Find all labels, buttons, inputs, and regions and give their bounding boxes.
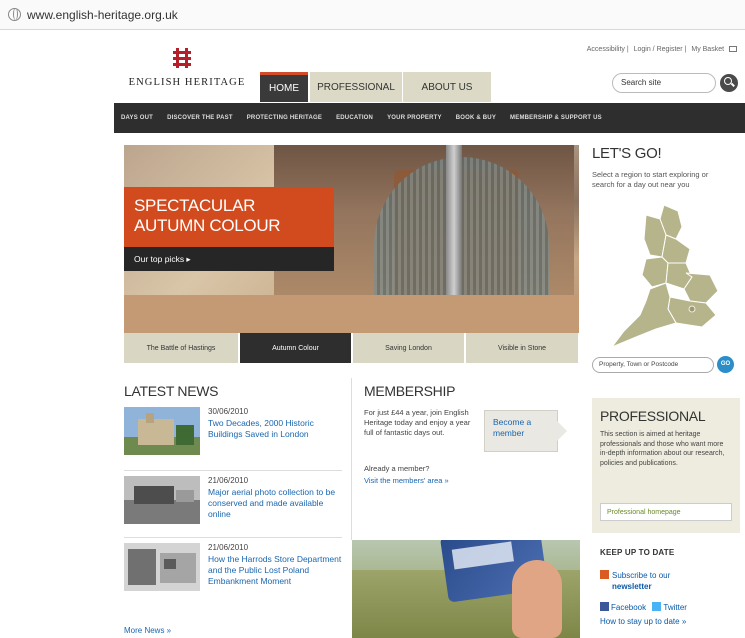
- hero-cta-link[interactable]: Our top picks ▸: [124, 247, 334, 271]
- professional-title: PROFESSIONAL: [600, 408, 706, 424]
- twitter-link[interactable]: Twitter: [663, 603, 687, 612]
- professional-box: PROFESSIONAL This section is aimed at he…: [592, 398, 740, 533]
- hero-tab-saving-london[interactable]: Saving London: [353, 333, 465, 363]
- nav-item-education[interactable]: EDUCATION: [329, 115, 380, 121]
- hero-tab-autumn-colour[interactable]: Autumn Colour: [240, 333, 352, 363]
- news-thumbnail[interactable]: [124, 407, 200, 455]
- facebook-link[interactable]: Facebook: [611, 603, 646, 612]
- newsletter-link[interactable]: newsletter: [612, 582, 652, 591]
- twitter-icon[interactable]: [652, 602, 662, 611]
- social-links: Facebook Twitter: [600, 602, 687, 612]
- hero-caption: SPECTACULAR AUTUMN COLOUR Our top picks …: [124, 187, 334, 271]
- more-news-link[interactable]: More News »: [124, 626, 171, 635]
- region-search-input[interactable]: Property, Town or Postcode: [592, 357, 714, 373]
- globe-icon: [8, 8, 21, 21]
- hero-tab-battle-of-hastings[interactable]: The Battle of Hastings: [124, 333, 239, 363]
- newsletter-subscribe[interactable]: Subscribe to our newsletter: [600, 570, 670, 592]
- membership-title: MEMBERSHIP: [364, 383, 456, 399]
- news-link[interactable]: Major aerial photo collection to be cons…: [208, 487, 348, 520]
- become-member-button[interactable]: Become a member: [484, 410, 567, 452]
- nav-item-your-property[interactable]: YOUR PROPERTY: [380, 115, 449, 121]
- map-region-west-midlands: [641, 256, 669, 288]
- accessibility-link[interactable]: Accessibility: [587, 46, 625, 53]
- utility-links: Accessibility | Login / Register | My Ba…: [584, 46, 737, 53]
- portcullis-icon: [173, 48, 191, 68]
- nav-item-discover-the-past[interactable]: DISCOVER THE PAST: [160, 115, 240, 121]
- hero-tab-visible-in-stone[interactable]: Visible in Stone: [466, 333, 579, 363]
- hero-title: SPECTACULAR AUTUMN COLOUR: [124, 187, 334, 247]
- login-link[interactable]: Login / Register: [634, 46, 683, 53]
- news-title: LATEST NEWS: [124, 383, 219, 399]
- professional-text: This section is aimed at heritage profes…: [600, 431, 725, 467]
- nav-item-days-out[interactable]: DAYS OUT: [114, 115, 160, 121]
- divider: [124, 470, 342, 471]
- news-item: 21/06/2010 How the Harrods Store Departm…: [124, 543, 344, 603]
- members-area-link[interactable]: Visit the members' area »: [364, 476, 449, 485]
- map-region-yorkshire: [661, 234, 691, 264]
- search-input[interactable]: Search site: [612, 73, 716, 93]
- map-region-south-west: [610, 282, 677, 349]
- professional-homepage-button[interactable]: Professional homepage: [600, 503, 732, 521]
- basket-link[interactable]: My Basket: [691, 46, 724, 53]
- map-region-london: [688, 305, 696, 313]
- nav-item-membership-support[interactable]: MEMBERSHIP & SUPPORT US: [503, 115, 609, 121]
- address-bar[interactable]: www.english-heritage.org.uk: [0, 0, 745, 30]
- basket-icon[interactable]: [729, 46, 737, 52]
- membership-text: For just £44 a year, join English Herita…: [364, 408, 471, 437]
- news-date: 21/06/2010: [208, 476, 249, 485]
- keep-up-title: KEEP UP TO DATE: [600, 548, 675, 557]
- column-divider: [351, 378, 352, 540]
- facebook-icon[interactable]: [600, 602, 609, 611]
- tab-professional[interactable]: PROFESSIONAL: [310, 72, 402, 102]
- news-thumbnail[interactable]: [124, 543, 200, 591]
- stay-up-to-date-link[interactable]: How to stay up to date »: [600, 617, 686, 626]
- news-date: 30/06/2010: [208, 407, 249, 416]
- divider: [124, 537, 342, 538]
- site-logo[interactable]: ENGLISH HERITAGE: [127, 48, 247, 94]
- main-nav: DAYS OUT DISCOVER THE PAST PROTECTING HE…: [114, 103, 745, 133]
- tab-home[interactable]: HOME: [260, 72, 308, 102]
- url-text[interactable]: www.english-heritage.org.uk: [27, 8, 178, 22]
- nav-item-protecting-heritage[interactable]: PROTECTING HERITAGE: [240, 115, 329, 121]
- news-date: 21/06/2010: [208, 543, 249, 552]
- site-name: ENGLISH HERITAGE: [128, 77, 246, 88]
- search-icon[interactable]: [720, 74, 738, 92]
- letsgo-text: Select a region to start exploring or se…: [592, 170, 709, 189]
- news-item: 30/06/2010 Two Decades, 2000 Historic Bu…: [124, 407, 344, 467]
- nav-item-book-buy[interactable]: BOOK & BUY: [449, 115, 503, 121]
- already-member-text: Already a member?: [364, 464, 430, 473]
- tab-about-us[interactable]: ABOUT US: [403, 72, 491, 102]
- letsgo-title: LET'S GO!: [592, 145, 662, 162]
- england-map[interactable]: [606, 205, 726, 353]
- news-thumbnail[interactable]: [124, 476, 200, 524]
- newsletter-icon: [600, 570, 609, 579]
- go-button[interactable]: GO: [717, 356, 734, 373]
- news-link[interactable]: How the Harrods Store Department and the…: [208, 554, 348, 587]
- news-item: 21/06/2010 Major aerial photo collection…: [124, 476, 344, 536]
- news-link[interactable]: Two Decades, 2000 Historic Buildings Sav…: [208, 418, 348, 440]
- membership-card-image[interactable]: [352, 540, 580, 638]
